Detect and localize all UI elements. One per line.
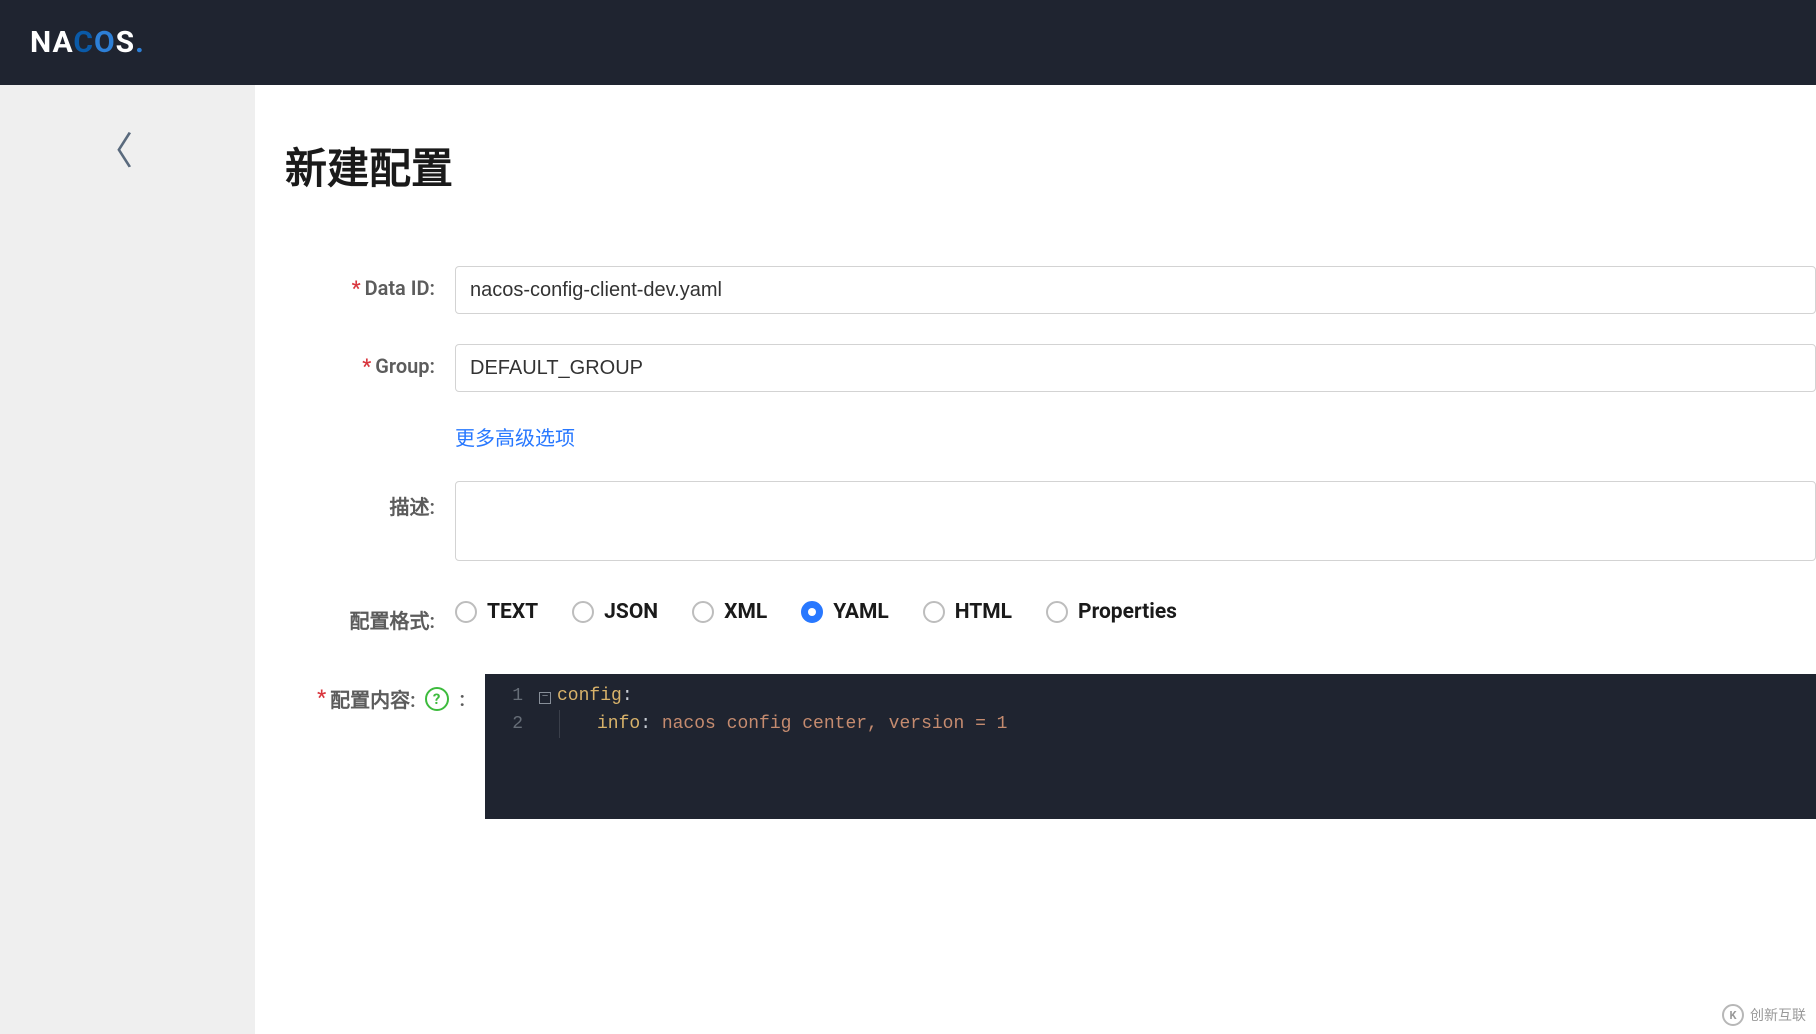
form-row-group: *Group: bbox=[255, 344, 1816, 392]
group-input[interactable] bbox=[455, 344, 1816, 392]
code-editor[interactable]: 1 − config: 2 info: nacos config center,… bbox=[485, 674, 1816, 819]
watermark-logo-icon: K bbox=[1722, 1004, 1744, 1026]
radio-xml[interactable]: XML bbox=[692, 600, 767, 624]
content-label: *配置内容: ? : bbox=[285, 674, 465, 713]
form-row-content: *配置内容: ? : 1 − config: 2 info: nacos con… bbox=[255, 674, 1816, 819]
data-id-label: *Data ID: bbox=[285, 266, 435, 300]
radio-html[interactable]: HTML bbox=[923, 600, 1012, 624]
help-icon[interactable]: ? bbox=[425, 687, 449, 711]
radio-yaml[interactable]: YAML bbox=[801, 600, 889, 624]
radio-text[interactable]: TEXT bbox=[455, 600, 538, 624]
watermark: K 创新互联 bbox=[1722, 1004, 1806, 1026]
radio-circle-icon bbox=[692, 601, 714, 623]
form-row-data-id: *Data ID: bbox=[255, 266, 1816, 314]
form-row-desc: 描述: bbox=[255, 481, 1816, 565]
page-title: 新建配置 bbox=[255, 135, 1816, 196]
main-content: 新建配置 *Data ID: *Group: 更多高级选项 描述: bbox=[255, 85, 1816, 1034]
logo: NACOS. bbox=[30, 25, 145, 60]
sidebar: 〈 bbox=[0, 85, 255, 1034]
desc-textarea[interactable] bbox=[455, 481, 1816, 561]
radio-properties[interactable]: Properties bbox=[1046, 600, 1177, 624]
format-radio-group: TEXT JSON XML YAML bbox=[455, 595, 1816, 624]
data-id-input[interactable] bbox=[455, 266, 1816, 314]
format-label: 配置格式: bbox=[285, 595, 435, 634]
line-number: 2 bbox=[485, 714, 533, 734]
group-label: *Group: bbox=[285, 344, 435, 378]
radio-json[interactable]: JSON bbox=[572, 600, 658, 624]
radio-circle-icon bbox=[923, 601, 945, 623]
radio-circle-icon bbox=[1046, 601, 1068, 623]
more-options-link[interactable]: 更多高级选项 bbox=[255, 422, 1816, 451]
watermark-text: 创新互联 bbox=[1750, 1005, 1806, 1025]
form-row-format: 配置格式: TEXT JSON XML bbox=[255, 595, 1816, 634]
radio-circle-icon bbox=[572, 601, 594, 623]
back-chevron-icon[interactable]: 〈 bbox=[95, 120, 255, 175]
app-header: NACOS. bbox=[0, 0, 1816, 85]
desc-label: 描述: bbox=[285, 481, 435, 520]
code-line: 2 info: nacos config center, version = 1 bbox=[485, 710, 1816, 738]
radio-circle-icon bbox=[455, 601, 477, 623]
radio-circle-selected-icon bbox=[801, 601, 823, 623]
line-number: 1 bbox=[485, 686, 533, 706]
fold-toggle-icon[interactable]: − bbox=[533, 688, 557, 704]
code-line: 1 − config: bbox=[485, 674, 1816, 710]
